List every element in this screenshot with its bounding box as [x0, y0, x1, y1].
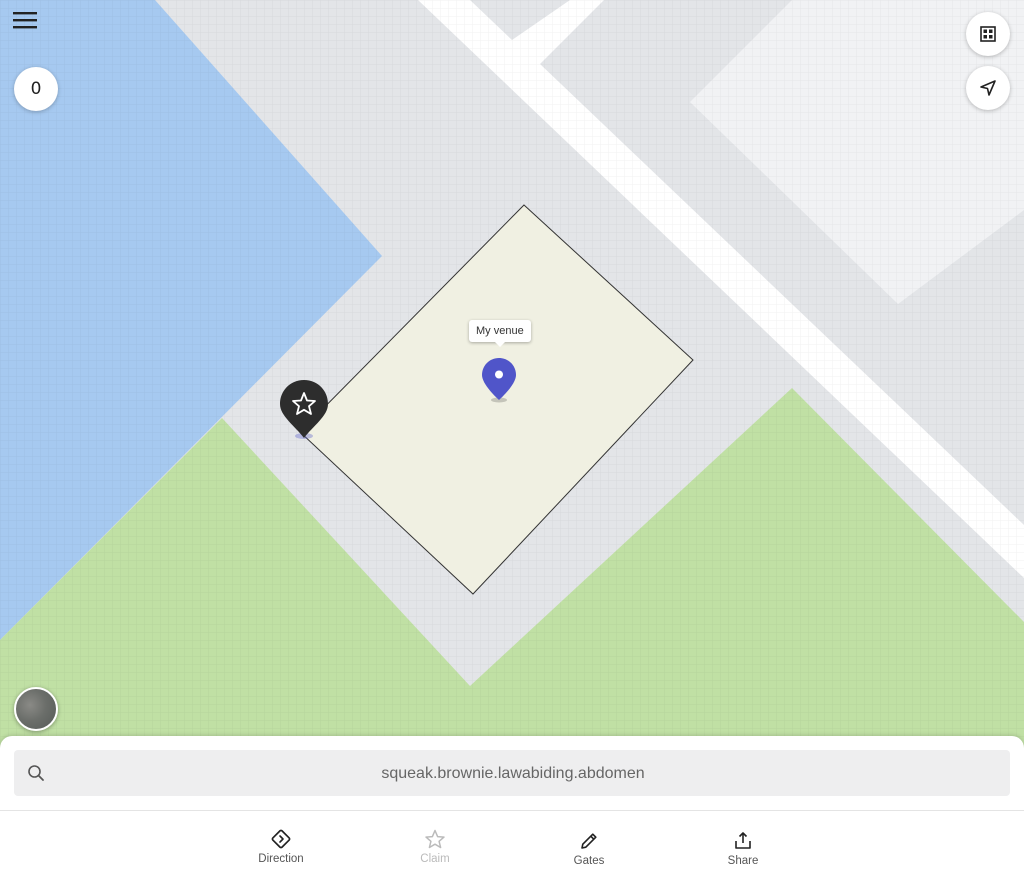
search-icon: [28, 765, 44, 781]
locate-button[interactable]: [966, 66, 1010, 110]
satellite-view-toggle[interactable]: [14, 687, 58, 731]
star-icon: [425, 829, 445, 849]
gates-label: Gates: [573, 855, 605, 867]
gates-button[interactable]: Gates: [549, 830, 629, 880]
pencil-icon: [581, 833, 597, 849]
navigation-arrow-icon: [980, 80, 996, 96]
counter-value: 0: [30, 79, 42, 99]
map-pin-icon[interactable]: [479, 356, 519, 406]
direction-label: Direction: [258, 853, 304, 865]
claim-button[interactable]: Claim: [395, 828, 475, 878]
share-label: Share: [727, 855, 759, 867]
menu-button[interactable]: [12, 8, 38, 32]
venue-label[interactable]: My venue: [469, 320, 531, 347]
layers-button[interactable]: [966, 12, 1010, 56]
divider: [0, 810, 1024, 811]
star-marker-icon[interactable]: [278, 378, 330, 442]
grid-icon: [980, 26, 996, 42]
claim-label: Claim: [420, 853, 450, 865]
share-button[interactable]: Share: [703, 830, 783, 880]
direction-button[interactable]: Direction: [241, 828, 321, 878]
share-icon: [735, 832, 751, 849]
hamburger-menu-icon: [13, 12, 37, 29]
counter-badge[interactable]: 0: [14, 67, 58, 111]
direction-icon: [271, 829, 291, 849]
search-bar[interactable]: [14, 750, 1010, 798]
search-input[interactable]: [58, 750, 968, 798]
bottom-sheet: Direction Claim Gates Share: [0, 736, 1024, 887]
venue-label-text: My venue: [476, 325, 524, 337]
